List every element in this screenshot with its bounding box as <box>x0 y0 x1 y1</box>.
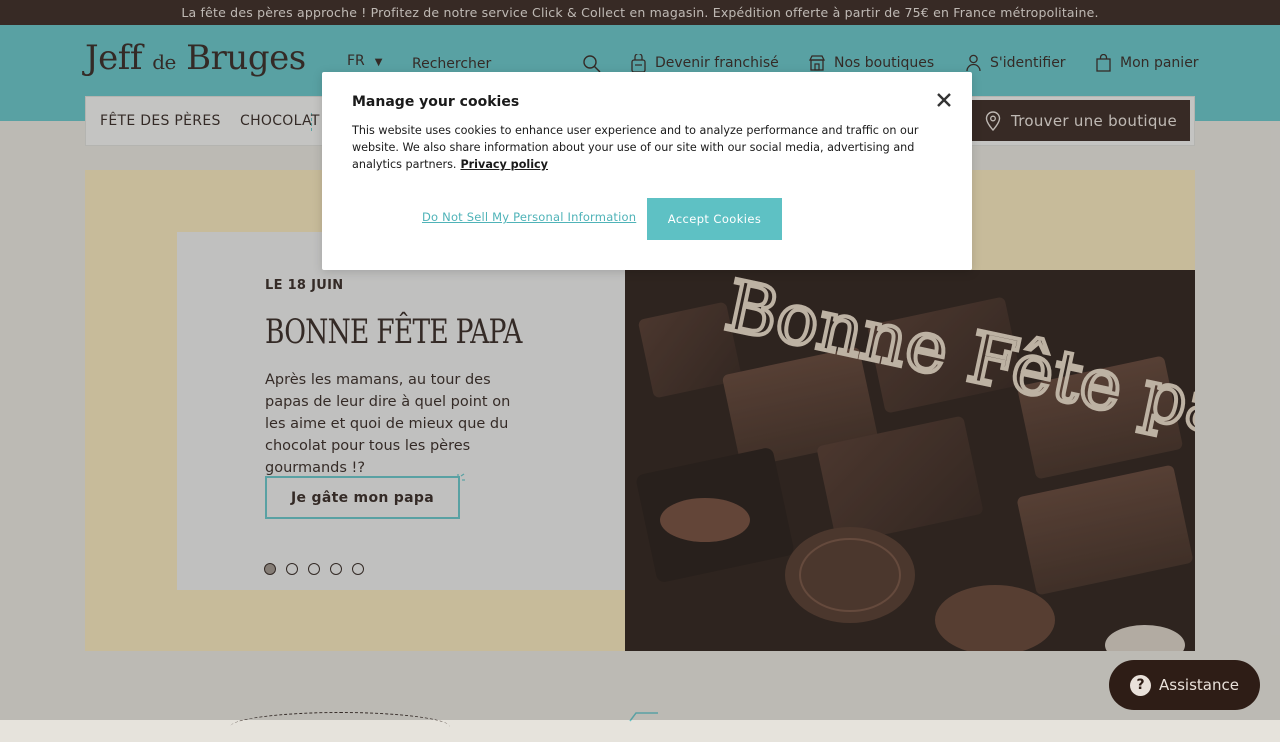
privacy-policy-link[interactable]: Privacy policy <box>460 158 548 171</box>
cookie-dialog-title: Manage your cookies <box>352 94 520 110</box>
assistance-button[interactable]: ? Assistance <box>1109 660 1260 710</box>
help-icon: ? <box>1130 674 1152 696</box>
cookie-consent-dialog: Manage your cookies This website uses co… <box>322 72 972 270</box>
accept-cookies-button[interactable]: Accept Cookies <box>647 198 782 240</box>
assistance-label: Assistance <box>1159 676 1239 694</box>
cookie-description: This website uses cookies to enhance use… <box>352 124 919 171</box>
cookie-dialog-text: This website uses cookies to enhance use… <box>352 122 947 173</box>
close-icon[interactable] <box>934 90 954 110</box>
do-not-sell-link[interactable]: Do Not Sell My Personal Information <box>422 210 636 224</box>
